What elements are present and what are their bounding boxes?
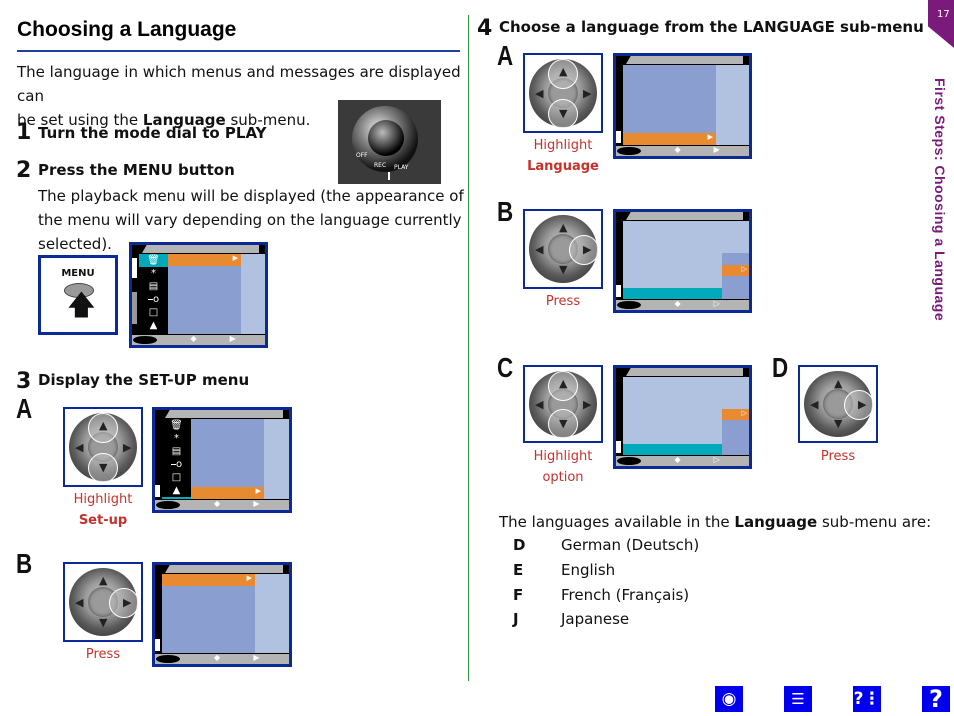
lcd-language-highlight: ▶ ◆ ▶: [613, 53, 752, 159]
step-4d-letter: D: [772, 352, 789, 383]
caption-4d: Press: [820, 449, 856, 464]
menu-button-illustration: MENU 🡅: [38, 255, 118, 335]
arrow-up-icon: 🡅: [67, 288, 96, 321]
step-3-heading: Display the SET-UP menu: [38, 371, 250, 389]
step-2-heading: Press the MENU button: [38, 161, 235, 179]
step-4a-letter: A: [497, 40, 514, 71]
lcd-playback-menu: 🗑 * ▤ ⎯o □ ▲ ▶ ◆ ▶: [129, 242, 268, 348]
camera-icon[interactable]: ◉: [715, 686, 743, 712]
mode-dial-image: OFF REC PLAY: [338, 100, 441, 184]
contents-icon[interactable]: ☰: [784, 686, 812, 712]
language-item: E English: [513, 561, 616, 579]
language-item: D German (Deutsch): [513, 536, 700, 554]
multi-selector-right: ▲ ▼ ◀ ▶: [63, 562, 143, 642]
lcd-language-option: ▷ ◆ ▷: [613, 365, 752, 469]
step-4c-letter: C: [497, 352, 514, 383]
language-item: F French (Français): [513, 586, 690, 604]
caption-4c: Highlight option: [533, 449, 593, 485]
index-icon[interactable]: ?⋮: [853, 686, 881, 712]
multi-selector-up-down: ▲ ▼ ◀ ▶: [523, 365, 603, 443]
step-3a-letter: A: [16, 393, 33, 424]
caption-3a: Highlight Set-up: [73, 492, 133, 528]
multi-selector-up-down: ▲ ▼ ◀ ▶: [523, 53, 603, 133]
multi-selector-right: ▲ ▼ ◀ ▶: [523, 209, 603, 289]
lcd-setup-menu: ▶ ◆ ▶: [152, 562, 292, 667]
language-item: J Japanese: [513, 610, 630, 628]
multi-selector-right: ▲ ▼ ◀ ▶: [798, 365, 878, 443]
chapter-label: First Steps: Choosing a Language: [932, 78, 948, 322]
step-1-number: 1: [16, 120, 32, 145]
page-title: Choosing a Language: [17, 18, 237, 41]
step-1-heading: Turn the mode dial to PLAY: [38, 124, 267, 142]
lcd-language-submenu: ▷ ◆ ▷: [613, 209, 752, 313]
caption-4a: Highlight Language: [527, 138, 599, 174]
step-4b-letter: B: [497, 196, 514, 227]
multi-selector-up-down: ▲ ▼ ◀ ▶: [63, 407, 143, 487]
languages-intro: The languages available in the Language …: [499, 513, 932, 531]
caption-4b: Press: [545, 294, 581, 309]
step-3-number: 3: [16, 369, 32, 394]
step-3b-letter: B: [16, 548, 33, 579]
caption-3b: Press: [85, 647, 121, 662]
lcd-setup-highlight: 🗑 * ▤ ⎯o □ ▲ ▶ ◆ ▶: [152, 407, 292, 513]
step-4-number: 4: [477, 16, 493, 41]
help-icon[interactable]: ?: [922, 686, 950, 712]
step-4-heading: Choose a language from the LANGUAGE sub-…: [499, 18, 924, 36]
title-rule: [17, 50, 460, 52]
chapter-tab: [928, 0, 954, 48]
step-2-number: 2: [16, 158, 32, 183]
column-divider: [468, 15, 469, 681]
page-number: 17: [937, 9, 950, 20]
